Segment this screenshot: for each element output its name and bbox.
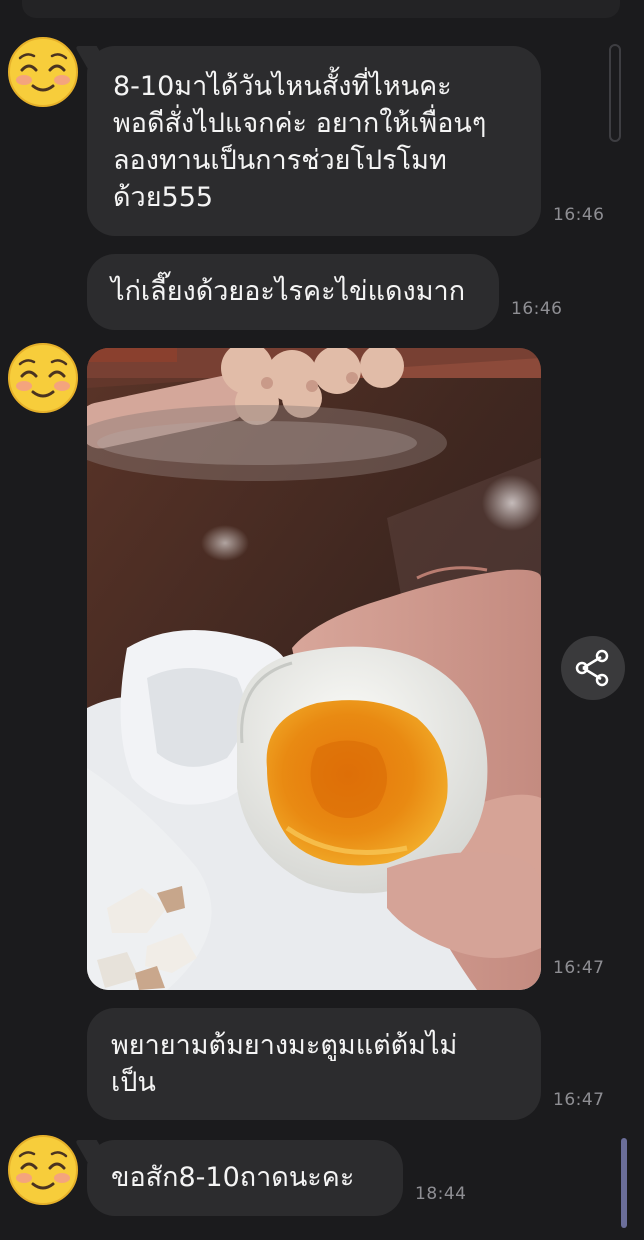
avatar-smiling-face-icon[interactable] bbox=[7, 342, 79, 414]
message-time-1: 16:46 bbox=[553, 205, 605, 225]
avatar-smiling-face-icon[interactable] bbox=[7, 36, 79, 108]
message-time-4: 16:47 bbox=[553, 1090, 605, 1110]
message-bubble-2[interactable]: ไก่เลี๊ยงด้วยอะไรคะไข่แดงมาก bbox=[87, 254, 499, 330]
chat-screen: 8-10มาได้วันไหนสั้งที่ไหนคะ พอดีสั่งไปแจ… bbox=[0, 0, 644, 1240]
message-time-2: 16:46 bbox=[511, 299, 563, 319]
message-time-3: 16:47 bbox=[553, 958, 605, 978]
avatar-smiling-face-icon[interactable] bbox=[7, 1134, 79, 1206]
message-bubble-4[interactable]: พยายามต้มยางมะตูมแต่ต้มไม่ เป็น bbox=[87, 1008, 541, 1120]
message-bubble-1[interactable]: 8-10มาได้วันไหนสั้งที่ไหนคะ พอดีสั่งไปแจ… bbox=[87, 46, 541, 236]
message-time-5: 18:44 bbox=[415, 1184, 467, 1204]
scroll-indicator-top bbox=[609, 44, 621, 142]
message-bubble-5[interactable]: ขอสัก8-10ถาดนะคะ bbox=[87, 1140, 403, 1216]
previous-message-edge bbox=[22, 0, 620, 18]
share-icon bbox=[575, 649, 609, 687]
salted-egg-photo[interactable] bbox=[87, 348, 541, 990]
share-button[interactable] bbox=[561, 636, 625, 700]
scrollbar-thumb[interactable] bbox=[621, 1138, 627, 1228]
